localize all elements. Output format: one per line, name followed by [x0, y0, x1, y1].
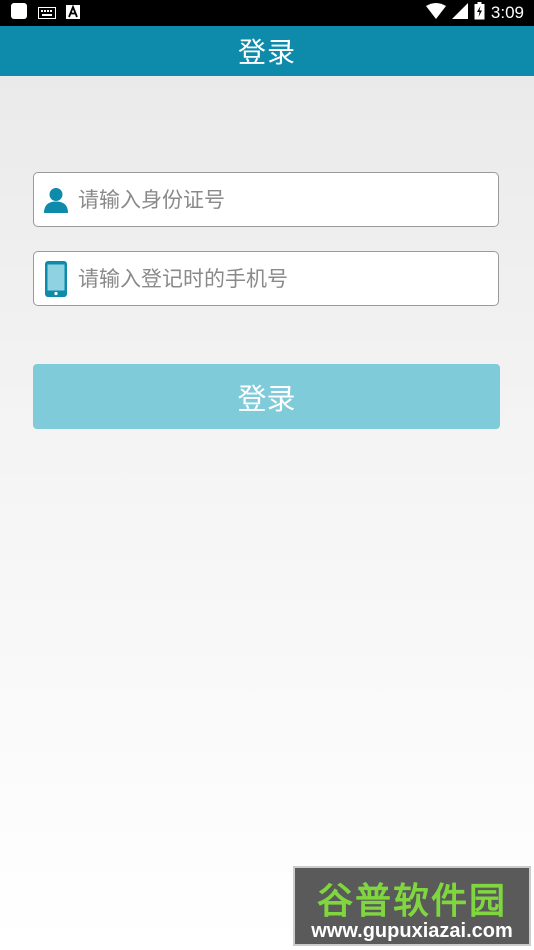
watermark-name: 谷普软件园 [316, 881, 507, 922]
login-button[interactable]: 登录 [33, 364, 500, 429]
watermark-logo: 谷普软件园 www.gupuxiazai.com [293, 866, 531, 946]
id-number-input[interactable] [78, 187, 478, 212]
status-bar: 3:09 [0, 0, 534, 26]
page-title: 登录 [237, 36, 296, 69]
signal-icon [451, 3, 468, 23]
phone-icon [34, 260, 78, 298]
status-time: 3:09 [490, 3, 524, 22]
phone-number-input[interactable] [78, 266, 478, 291]
title-bar: 登录 [0, 26, 534, 76]
watermark-url: www.gupuxiazai.com [311, 920, 513, 942]
battery-icon [474, 2, 485, 24]
phone-number-field[interactable] [33, 251, 499, 306]
keyboard-icon [38, 4, 56, 23]
id-number-field[interactable] [33, 172, 499, 227]
accessibility-a-icon [66, 4, 80, 23]
wifi-icon [425, 3, 446, 23]
app-notification-icon [10, 2, 28, 24]
user-icon [34, 187, 78, 213]
